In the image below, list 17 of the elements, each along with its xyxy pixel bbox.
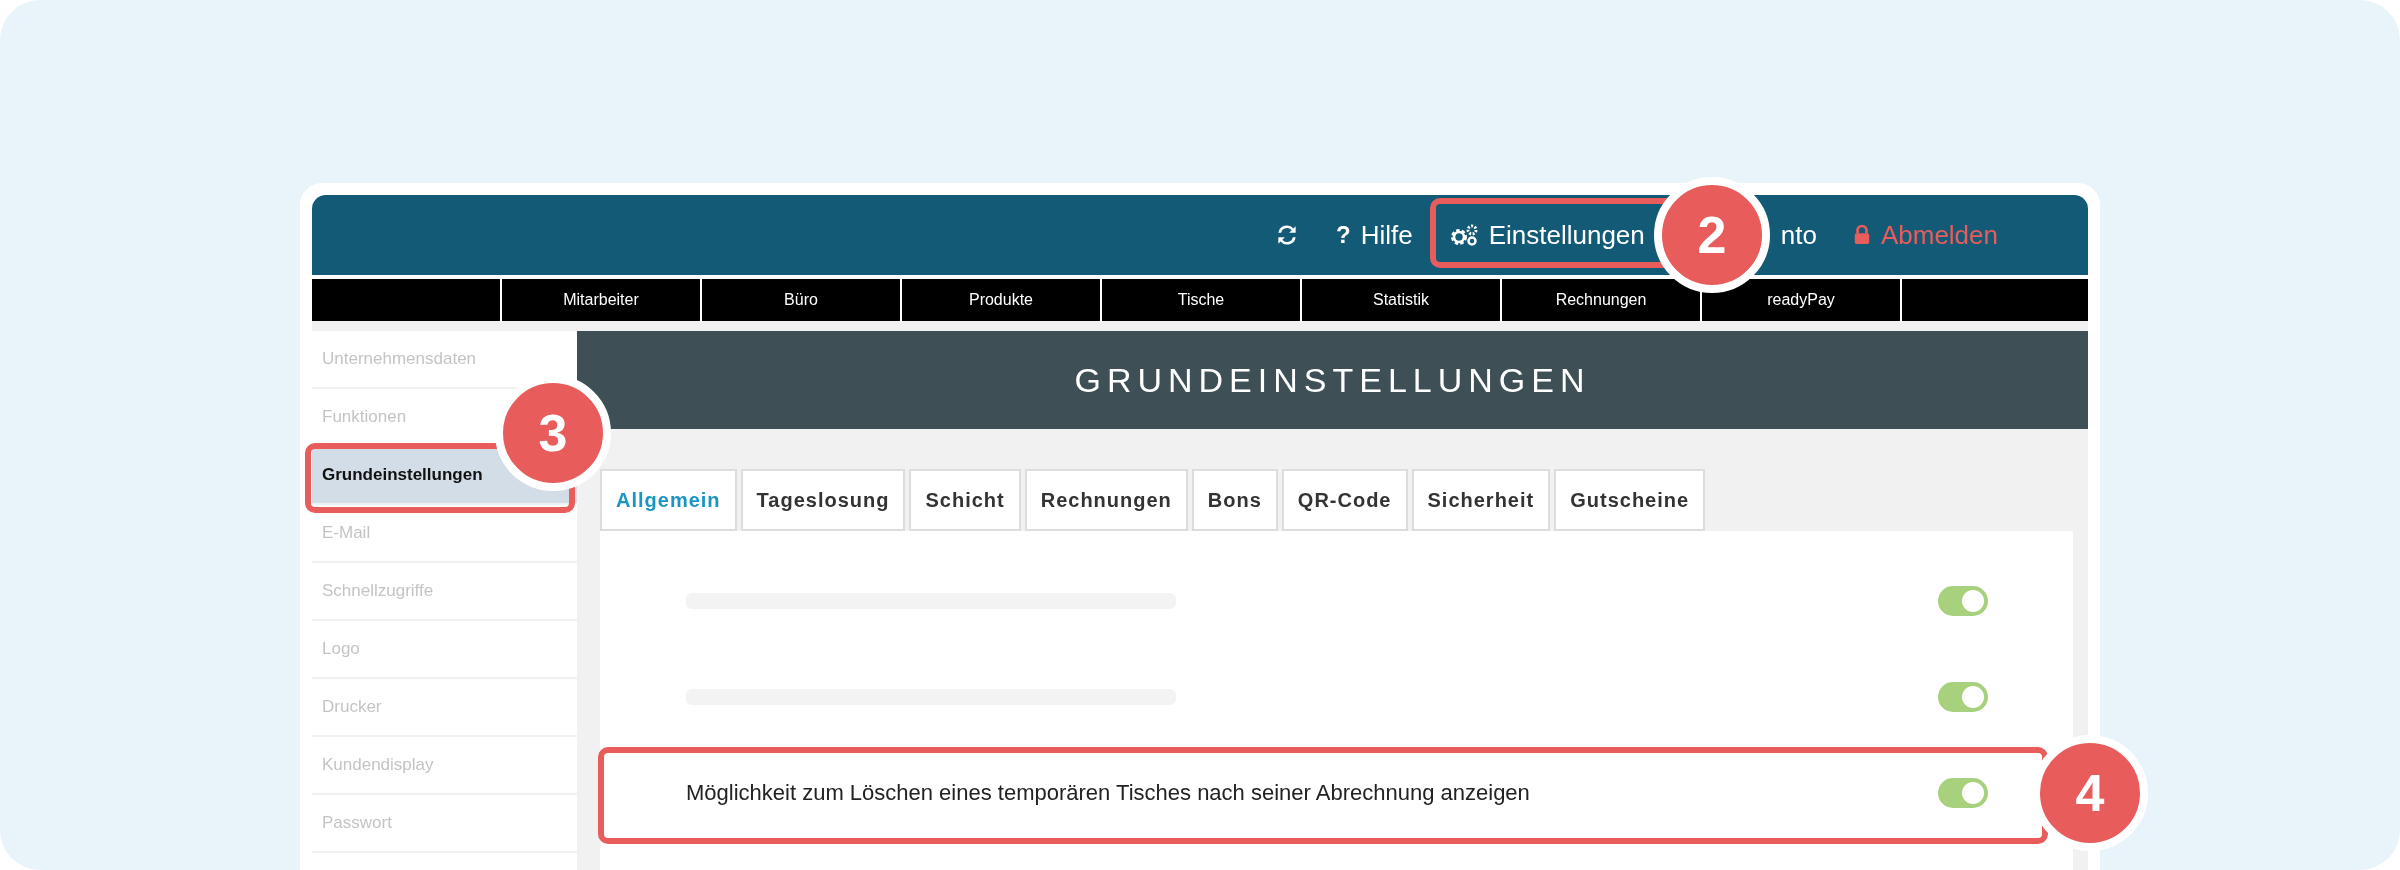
tab[interactable]: Sicherheit — [1411, 469, 1551, 531]
toggle-switch[interactable] — [1938, 778, 1988, 808]
toggle-switch[interactable] — [1938, 586, 1988, 616]
help-link[interactable]: ? Hilfe — [1335, 219, 1413, 251]
account-link[interactable]: nto — [1780, 219, 1817, 251]
tab[interactable]: Bons — [1191, 469, 1278, 531]
tab[interactable]: Gutscheine — [1554, 469, 1706, 531]
page-title: GRUNDEINSTELLUNGEN — [1074, 360, 1591, 400]
tab[interactable]: QR-Code — [1281, 469, 1408, 531]
tab[interactable]: Schicht — [909, 469, 1021, 531]
tab[interactable]: Rechnungen — [1024, 469, 1188, 531]
settings-link[interactable]: Einstellungen — [1448, 219, 1645, 251]
gear-icon — [1448, 223, 1479, 247]
setting-label: Möglichkeit zum Löschen eines temporären Tisches nach seiner Abrechnung anzeigen — [686, 780, 1530, 806]
toggle-switch[interactable] — [1938, 682, 1988, 712]
tab[interactable]: Tageslosung — [740, 469, 906, 531]
lock-icon — [1852, 224, 1871, 246]
